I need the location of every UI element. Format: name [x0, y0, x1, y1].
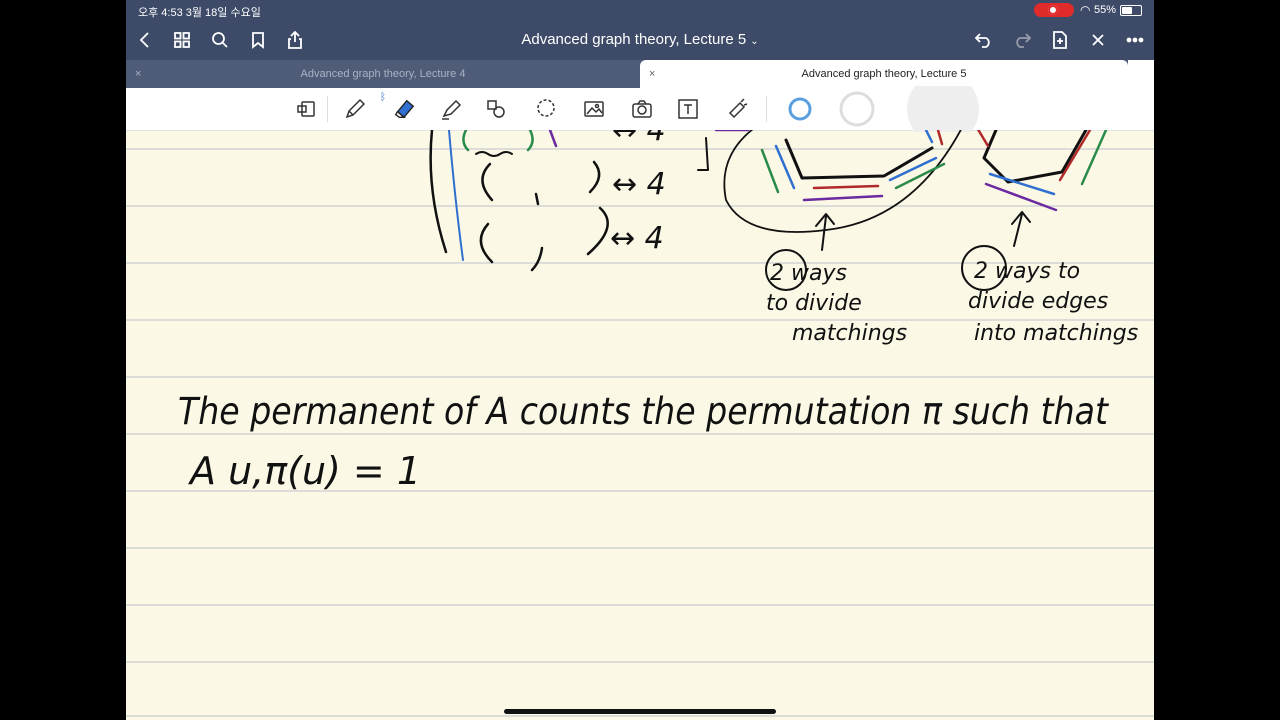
edge-blue: [988, 172, 1056, 196]
hexagon-edge: [982, 130, 1088, 184]
battery-icon: [1120, 5, 1142, 16]
bluetooth-icon: ᛒ: [380, 91, 386, 103]
chevron-down-icon: ⌄: [750, 36, 759, 47]
squiggle: [475, 151, 513, 157]
edge-purple: [802, 194, 884, 202]
redo-icon[interactable]: [1011, 29, 1033, 51]
edge-red: [976, 130, 990, 148]
page-reader-icon[interactable]: [294, 97, 318, 121]
wifi-icon: ◠: [1080, 3, 1091, 17]
up-arrow: [1011, 211, 1031, 247]
lasso-icon[interactable]: [534, 97, 558, 121]
close-tab-icon[interactable]: ×: [135, 60, 141, 88]
status-bar: 오후 4:53 3월 18일 수요일 ◠ 55%: [126, 0, 1154, 20]
tab-label: Advanced graph theory, Lecture 4: [300, 68, 466, 80]
document-title-text: Advanced graph theory, Lecture 5: [521, 31, 747, 48]
close-tab-icon[interactable]: ×: [649, 60, 655, 88]
arrow-label: ↔ 4: [612, 130, 666, 148]
annotation-left-line: to divide: [766, 291, 862, 316]
status-time: 오후 4:53 3월 18일 수요일: [138, 7, 261, 19]
eraser-icon[interactable]: [392, 97, 416, 121]
color-swatch-white[interactable]: [839, 91, 875, 127]
edge-red: [1058, 130, 1092, 182]
edge-green: [760, 148, 780, 194]
document-title[interactable]: Advanced graph theory, Lecture 5 ⌄: [126, 31, 1154, 48]
outer-ellipse: [723, 130, 962, 233]
battery-percent: 55%: [1094, 4, 1117, 16]
close-x-icon[interactable]: [1087, 29, 1109, 51]
paren: [588, 160, 601, 194]
annotations: 2 ways to divide matchings 2 ways to div…: [766, 259, 1138, 346]
handwriting-left-block: [429, 130, 609, 272]
color-swatch-transparent[interactable]: [905, 86, 981, 132]
edge-red: [936, 130, 944, 146]
up-arrow: [815, 213, 835, 251]
nav-bar: Advanced graph theory, Lecture 5 ⌄: [126, 20, 1154, 60]
annotation-right-line: into matchings: [974, 321, 1138, 346]
toolbar-divider: [766, 96, 767, 122]
comma: [530, 246, 544, 272]
more-icon[interactable]: [1124, 29, 1146, 51]
undo-icon[interactable]: [973, 29, 995, 51]
bracket-stroke: [429, 130, 448, 254]
comma: [534, 192, 540, 206]
annotation-left-line: 2 ways: [770, 261, 847, 286]
arrow-label: ↔ 4: [612, 167, 666, 202]
paren: [479, 222, 494, 264]
pen-icon[interactable]: [343, 97, 367, 121]
tab-bar-end: [1128, 60, 1154, 88]
paren: [481, 162, 494, 202]
home-indicator[interactable]: [504, 709, 776, 714]
add-page-icon[interactable]: [1049, 29, 1071, 51]
notes-canvas[interactable]: ↔ 4 ↔ 4 ↔ 4 2 ways to divide matchings 2…: [126, 130, 1154, 720]
annotation-right-line: 2 ways to: [974, 259, 1080, 284]
toolbar-divider: [327, 96, 328, 122]
tab-lecture-4[interactable]: × Advanced graph theory, Lecture 4: [126, 60, 640, 88]
annotation-right-line: divide edges: [968, 289, 1108, 314]
drawing-toolbar: ᛒ: [126, 86, 1154, 132]
handwritten-line-1: The permanent of A counts the permutatio…: [178, 390, 1109, 433]
screen-recording-icon[interactable]: [1034, 3, 1074, 17]
bracket-green: [526, 130, 534, 152]
bracket-purple: [548, 130, 558, 148]
down-arrow: [697, 137, 709, 171]
tab-bar: × Advanced graph theory, Lecture 4 × Adv…: [126, 60, 1154, 88]
hexagon-edge: [784, 138, 934, 180]
handwritten-line-2: A u,π(u) = 1: [187, 449, 421, 493]
paren: [586, 206, 609, 256]
bracket-green: [462, 130, 470, 152]
annotation-left-line: matchings: [792, 321, 907, 346]
edge-red: [812, 184, 880, 190]
laser-pointer-icon[interactable]: [725, 97, 749, 121]
ipad-screen: 오후 4:53 3월 18일 수요일 ◠ 55% Advanced graph …: [126, 0, 1154, 720]
tab-label: Advanced graph theory, Lecture 5: [801, 68, 967, 80]
image-icon[interactable]: [582, 97, 606, 121]
tab-lecture-5[interactable]: × Advanced graph theory, Lecture 5: [640, 60, 1128, 88]
color-swatch-selected[interactable]: [788, 97, 812, 121]
highlighter-icon[interactable]: [439, 97, 463, 121]
shapes-icon[interactable]: [484, 97, 508, 121]
arrow-label: ↔ 4: [610, 221, 664, 256]
edge-blue: [924, 130, 934, 144]
main-handwriting: The permanent of A counts the permutatio…: [178, 390, 1109, 493]
text-box-icon[interactable]: [676, 97, 700, 121]
camera-icon[interactable]: [630, 97, 654, 121]
